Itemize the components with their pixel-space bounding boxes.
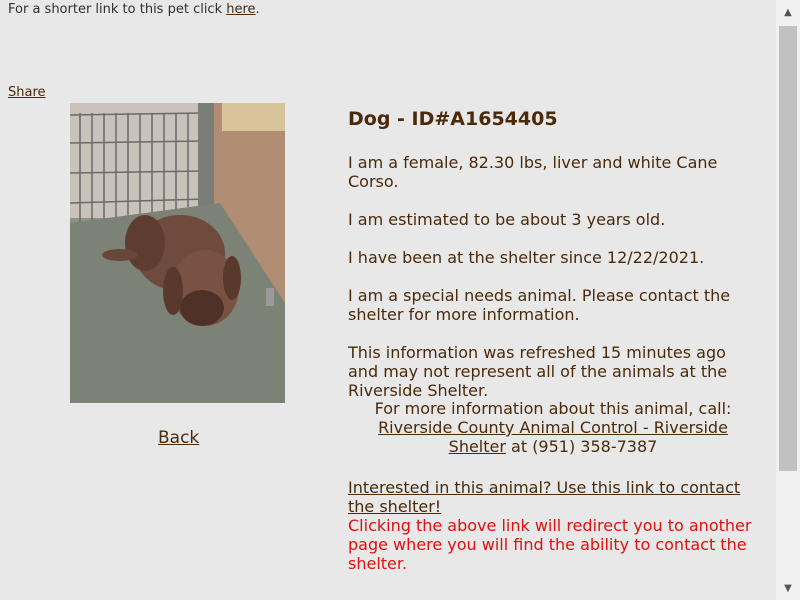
contact-intro: For more information about this animal, …: [374, 399, 732, 418]
short-link-here[interactable]: here: [226, 2, 255, 17]
short-link-suffix: .: [255, 2, 260, 17]
contact-shelter-link[interactable]: Interested in this animal? Use this link…: [348, 478, 740, 516]
redirect-note: Clicking the above link will redirect yo…: [348, 516, 752, 573]
pet-age: I am estimated to be about 3 years old.: [348, 210, 666, 229]
short-link-line: For a shorter link to this pet click her…: [8, 2, 260, 17]
short-link-prefix: For a shorter link to this pet click: [8, 2, 227, 17]
pet-since: I have been at the shelter since 12/22/2…: [348, 248, 705, 267]
back-link[interactable]: Back: [158, 428, 199, 448]
pet-info: Dog - ID#A1654405 I am a female, 82.30 l…: [348, 108, 758, 592]
shelter-phone: at (951) 358-7387: [505, 437, 658, 456]
pet-title: Dog - ID#A1654405: [348, 108, 558, 130]
scroll-down-arrow-icon[interactable]: ▼: [776, 576, 800, 600]
pet-description: I am a female, 82.30 lbs, liver and whit…: [348, 153, 718, 191]
share-link[interactable]: Share: [8, 85, 46, 100]
scrollbar-thumb[interactable]: [779, 26, 797, 471]
refresh-note: This information was refreshed 15 minute…: [348, 343, 728, 400]
dog-photo: [70, 103, 285, 403]
special-needs-note: I am a special needs animal. Please cont…: [348, 286, 731, 324]
page-content: For a shorter link to this pet click her…: [0, 0, 776, 600]
contact-info: For more information about this animal, …: [348, 399, 758, 456]
vertical-scrollbar[interactable]: ▲ ▼: [776, 0, 800, 600]
scroll-up-arrow-icon[interactable]: ▲: [776, 0, 800, 24]
